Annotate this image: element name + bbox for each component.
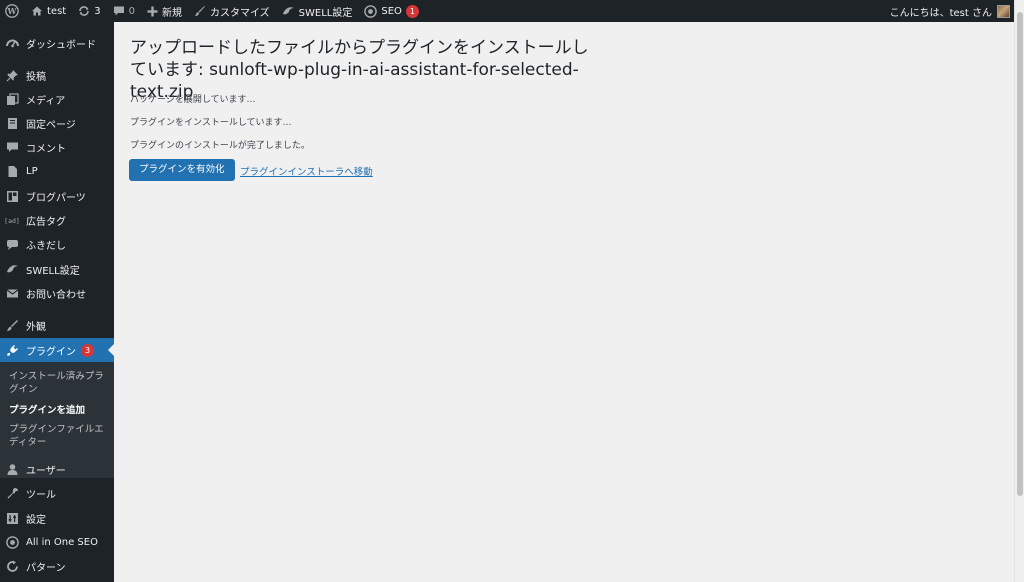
greeting-text: こんにちは、test さん (889, 7, 992, 19)
sidebar-item-label: 投稿 (26, 71, 46, 83)
sidebar-item-label: ブログパーツ (26, 192, 86, 204)
sidebar-item-media[interactable]: メディア (0, 87, 114, 111)
sidebar-item-blog-parts[interactable]: ブログパーツ (0, 184, 114, 208)
sidebar-item-plugins[interactable]: プラグイン 3 (0, 338, 114, 362)
sidebar-item-ad-tag[interactable]: [ad] 広告タグ (0, 208, 114, 232)
plus-icon (147, 6, 158, 16)
install-log-line: パッケージを展開しています… (130, 95, 256, 105)
updates-link[interactable]: 3 (72, 0, 106, 22)
balloon-icon (5, 237, 19, 251)
main-content: アップロードしたファイルからプラグインをインストールしています: sunloft… (114, 22, 1014, 582)
sidebar-item-label: パターン (26, 562, 66, 574)
blog-parts-icon (5, 189, 19, 203)
plugin-icon (5, 343, 19, 357)
home-icon (32, 6, 42, 16)
sidebar-item-label: 固定ページ (26, 119, 76, 131)
comments-link[interactable]: 0 (107, 0, 141, 22)
sidebar-item-posts[interactable]: 投稿 (0, 63, 114, 87)
swell-icon (5, 262, 19, 276)
sidebar-item-pages[interactable]: 固定ページ (0, 111, 114, 135)
pin-icon (5, 68, 19, 82)
lp-icon (5, 164, 19, 178)
media-icon (5, 92, 19, 106)
submenu-installed-plugins[interactable]: インストール済みプラグイン (9, 370, 109, 396)
submenu-add-plugin[interactable]: プラグインを追加 (9, 404, 109, 417)
svg-text:[ad]: [ad] (5, 217, 19, 225)
sidebar-item-users[interactable]: ユーザー (0, 457, 114, 481)
sidebar-item-label: LP (26, 165, 38, 177)
submenu-plugin-file-editor[interactable]: プラグインファイルエディター (9, 423, 109, 449)
sidebar-item-label: お問い合わせ (26, 289, 86, 301)
sidebar-item-dashboard[interactable]: ダッシュボード (0, 31, 114, 55)
install-log-line: プラグインをインストールしています… (130, 118, 292, 128)
seo-badge: 1 (405, 4, 419, 18)
sidebar-item-appearance[interactable]: 外観 (0, 313, 114, 337)
swell-label: SWELL設定 (298, 7, 353, 19)
sidebar-item-contact[interactable]: お問い合わせ (0, 281, 114, 305)
plugin-installer-link[interactable]: プラグインインストーラへ移動 (240, 164, 373, 178)
new-label: 新規 (161, 7, 182, 19)
my-account-link[interactable]: こんにちは、test さん (890, 0, 1010, 22)
wordpress-logo-icon[interactable]: W (0, 0, 25, 22)
sidebar-item-label: 外観 (26, 321, 46, 333)
sidebar-item-balloon[interactable]: ふきだし (0, 232, 114, 256)
avatar (997, 4, 1010, 18)
ad-tag-icon: [ad] (5, 213, 19, 227)
seo-link[interactable]: SEO 1 (358, 0, 425, 22)
updates-count: 3 (94, 5, 101, 17)
site-name-link[interactable]: test (25, 0, 72, 22)
sidebar-item-label: ダッシュボード (26, 39, 96, 51)
sidebar-item-label: ふきだし (26, 240, 66, 252)
admin-sidebar: ダッシュボード 投稿 メディア 固定ページ コメント LP ブログパーツ [ad… (0, 22, 114, 582)
sidebar-item-tools[interactable]: ツール (0, 481, 114, 505)
dashboard-icon (5, 36, 19, 50)
sidebar-item-label: プラグイン (26, 346, 76, 358)
sidebar-item-settings[interactable]: 設定 (0, 506, 114, 530)
customize-label: カスタマイズ (209, 7, 270, 19)
page-icon (5, 116, 19, 130)
seo-label: SEO (381, 5, 402, 17)
comments-count: 0 (128, 5, 135, 17)
activate-plugin-button[interactable]: プラグインを有効化 (129, 159, 235, 181)
wrench-icon (5, 486, 19, 500)
new-content-link[interactable]: 新規 (141, 0, 188, 22)
swell-settings-link[interactable]: SWELL設定 (276, 0, 359, 22)
scrollbar-thumb[interactable] (1017, 12, 1023, 496)
updates-icon (79, 6, 90, 16)
sidebar-item-patterns[interactable]: パターン (0, 554, 114, 578)
sidebar-item-lp[interactable]: LP (0, 159, 114, 183)
settings-icon (5, 511, 19, 525)
sidebar-item-comments[interactable]: コメント (0, 135, 114, 159)
sidebar-item-swell-settings[interactable]: SWELL設定 (0, 257, 114, 281)
user-icon (5, 462, 19, 476)
sidebar-item-label: SWELL設定 (26, 265, 80, 277)
sidebar-item-label: ユーザー (26, 465, 66, 477)
sidebar-item-label: All in One SEO (26, 536, 98, 548)
sidebar-item-label: メディア (26, 95, 66, 107)
admin-bar: W test 3 0 新規 カスタマイズ SWELL設定 SEO 1 こんにちは… (0, 0, 1024, 22)
comment-icon (5, 140, 19, 154)
svg-text:W: W (7, 6, 18, 16)
page-scrollbar[interactable] (1014, 0, 1024, 582)
brush-icon (5, 318, 19, 332)
comment-bubble-icon (113, 6, 124, 16)
sidebar-item-label: 広告タグ (26, 216, 66, 228)
install-log-line: プラグインのインストールが完了しました。 (130, 141, 310, 151)
sidebar-item-aioseo[interactable]: All in One SEO (0, 530, 114, 554)
sidebar-item-label: ツール (26, 489, 56, 501)
mail-icon (5, 286, 19, 300)
plugins-update-badge: 3 (81, 343, 94, 357)
site-name-label: test (47, 5, 67, 17)
aioseo-icon (5, 535, 19, 549)
brush-icon (194, 6, 205, 16)
swell-icon (282, 7, 294, 15)
customize-link[interactable]: カスタマイズ (188, 0, 276, 22)
sidebar-item-label: 設定 (26, 514, 46, 526)
aioseo-icon (364, 4, 378, 18)
pattern-icon (5, 559, 19, 573)
sidebar-item-label: コメント (26, 143, 66, 155)
